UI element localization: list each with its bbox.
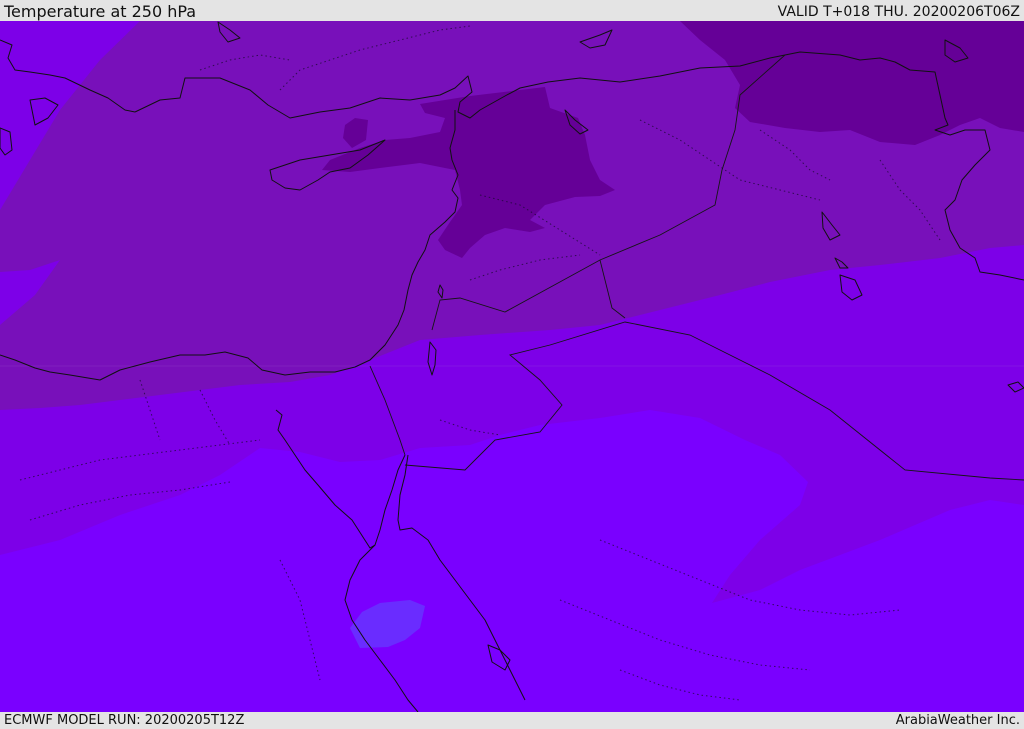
footer-bar: ECMWF MODEL RUN: 20200205T12Z ArabiaWeat… (0, 712, 1024, 729)
map-title: Temperature at 250 hPa (4, 2, 197, 21)
header-bar: Temperature at 250 hPa VALID T+018 THU. … (0, 0, 1024, 21)
temperature-map (0, 21, 1024, 712)
valid-time: VALID T+018 THU. 20200206T06Z (777, 4, 1020, 20)
model-run-label: ECMWF MODEL RUN: 20200205T12Z (4, 713, 245, 728)
credit-label: ArabiaWeather Inc. (895, 713, 1020, 728)
